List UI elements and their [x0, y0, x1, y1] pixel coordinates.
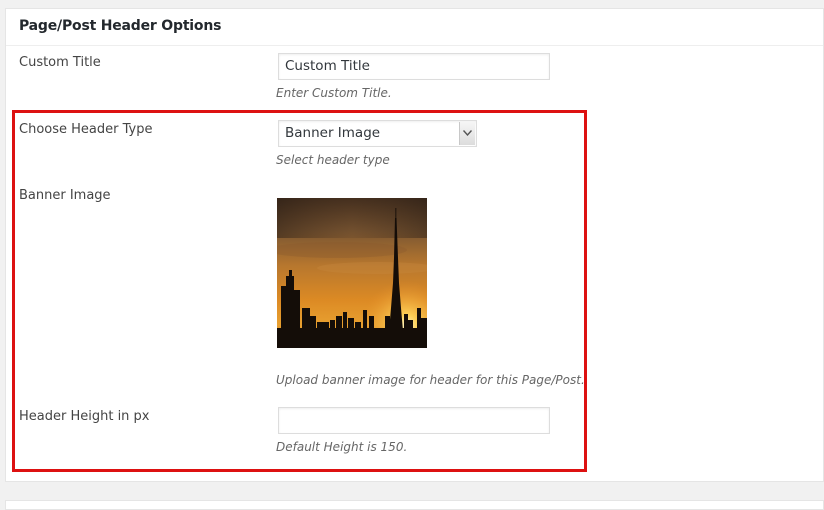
next-metabox-edge — [5, 500, 824, 510]
custom-title-input[interactable]: Custom Title — [278, 53, 550, 80]
highlight-outline — [12, 110, 587, 472]
custom-title-input-value: Custom Title — [285, 58, 370, 74]
header-options-metabox: Page/Post Header Options Custom Title Cu… — [5, 8, 824, 482]
custom-title-description: Enter Custom Title. — [276, 86, 392, 100]
metabox-title: Page/Post Header Options — [19, 18, 222, 34]
metabox-header[interactable]: Page/Post Header Options — [6, 9, 823, 46]
custom-title-label: Custom Title — [19, 55, 101, 70]
